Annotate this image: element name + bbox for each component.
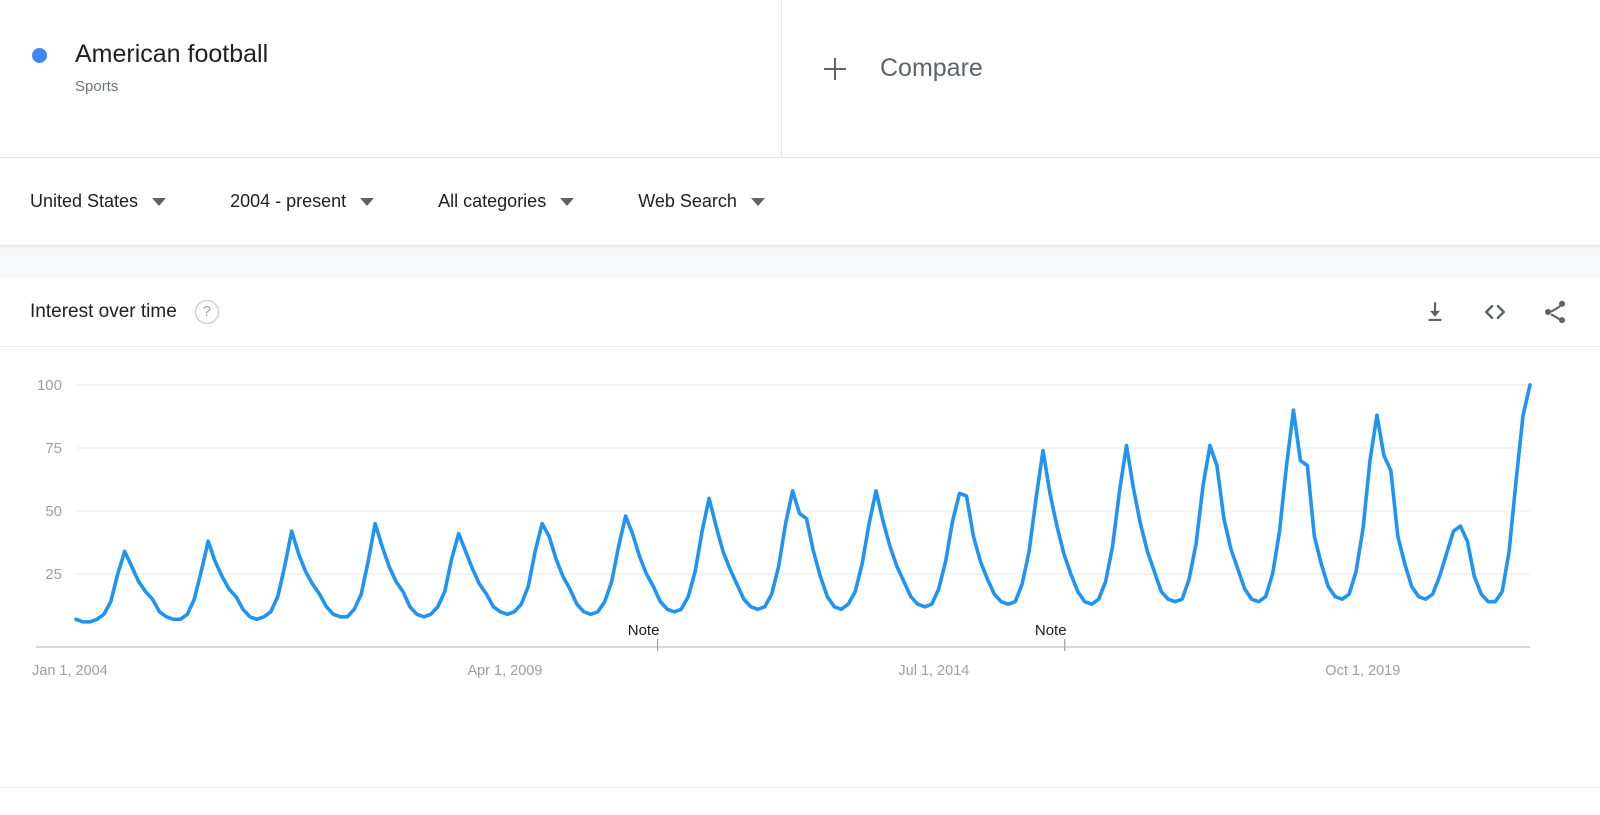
y-axis-tick-label: 25 [45,566,62,583]
page-title: Interest over time [30,301,177,322]
interest-over-time-chart[interactable]: 100 75 50 25 Jan 1, 2004 Apr 1, 2009 Jul 1, 20… [0,347,1600,787]
filter-label: United States [30,191,139,211]
chevron-down-icon [750,197,765,206]
chevron-down-icon [560,197,575,206]
x-axis-tick-label: Jan 1, 2004 [32,663,108,679]
y-axis-tick-label: 50 [45,503,62,520]
filter-label: Web Search [638,191,737,211]
trends-line-chart: 100 75 50 25 Jan 1, 2004 Apr 1, 2009 Jul 1, 20… [32,377,1532,679]
section-gap [0,246,1600,278]
interest-over-time-card: Interest over time ? 100 75 50 25 Jan 1,… [0,278,1600,788]
embed-code-icon[interactable] [1480,297,1510,327]
x-axis-tick-label: Apr 1, 2009 [467,663,542,679]
y-axis-tick-label: 75 [45,440,62,457]
note-label[interactable]: Note [1035,622,1067,639]
x-axis-tick-label: Jul 1, 2014 [898,663,969,679]
filter-web-search[interactable]: Web Search [638,191,765,212]
search-term-title: American football [75,40,269,68]
download-icon[interactable] [1420,297,1450,327]
chevron-down-icon [152,197,167,206]
card-header: Interest over time ? [0,278,1600,347]
x-axis-tick-label: Oct 1, 2019 [1325,663,1400,679]
filter-all-categories[interactable]: All categories [438,191,575,212]
compare-label: Compare [880,54,983,82]
search-term-texts: American football Sports [75,38,268,98]
help-circle-icon[interactable]: ? [194,300,219,324]
card-actions [1420,297,1570,327]
add-comparison-button[interactable]: Compare [782,0,1600,157]
filter-2004-present[interactable]: 2004 - present [230,191,375,212]
search-terms-bar: American football Sports Compare [0,0,1600,158]
chevron-down-icon [360,197,375,206]
filter-united-states[interactable]: United States [30,191,167,212]
note-label[interactable]: Note [628,622,660,639]
search-term-card[interactable]: American football Sports [0,0,782,157]
share-icon[interactable] [1540,297,1570,327]
search-term-category: Sports [75,78,119,95]
series-line-american-football[interactable] [74,383,1532,624]
filter-label: 2004 - present [230,191,347,211]
y-axis-tick-label: 100 [37,377,62,394]
filter-label: All categories [438,191,547,211]
plus-icon [824,58,846,80]
series-color-dot [32,48,47,63]
filters-bar: United States 2004 - present All categorie… [0,158,1600,246]
